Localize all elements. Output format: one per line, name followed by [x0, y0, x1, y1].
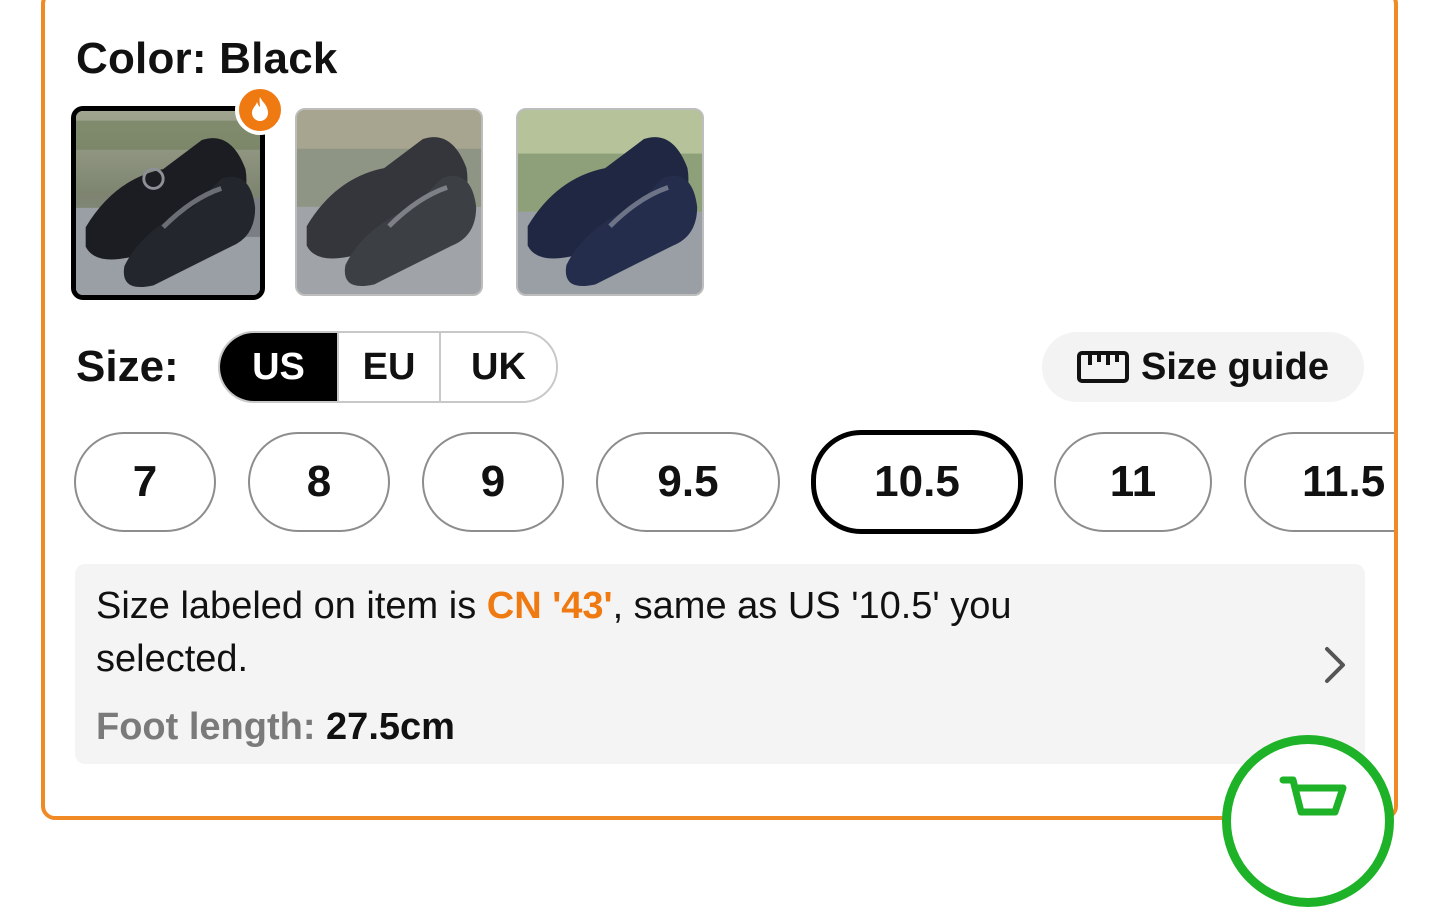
size-info-line-2: selected.	[96, 638, 249, 680]
size-info-suffix: , same as US '10.5' you	[612, 585, 1012, 627]
size-unit-toggle: US EU UK	[218, 331, 558, 403]
color-title: Color: Black	[76, 34, 338, 83]
unit-eu-button[interactable]: EU	[337, 333, 439, 401]
foot-length-label: Foot length:	[96, 706, 316, 748]
size-info-prefix: Size labeled on item is	[96, 585, 487, 627]
cart-icon	[1279, 776, 1347, 816]
cn-size-highlight: CN '43'	[486, 585, 613, 627]
size-option-9-5[interactable]: 9.5	[596, 432, 780, 532]
shoe-image-gray	[297, 110, 481, 294]
unit-uk-button[interactable]: UK	[439, 333, 556, 401]
size-option-9[interactable]: 9	[422, 432, 564, 532]
size-option-10-5[interactable]: 10.5	[811, 430, 1023, 534]
shoe-image-navy	[518, 110, 702, 294]
size-option-11-5[interactable]: 11.5	[1244, 432, 1394, 532]
unit-us-button[interactable]: US	[220, 333, 337, 401]
color-swatch-navy[interactable]	[516, 108, 704, 296]
color-swatch-gray[interactable]	[295, 108, 483, 296]
foot-length: Foot length: 27.5cm	[96, 706, 455, 749]
ruler-icon	[1077, 351, 1130, 383]
size-option-11[interactable]: 11	[1054, 432, 1212, 532]
chevron-right-icon[interactable]	[1322, 646, 1348, 684]
size-guide-label: Size guide	[1141, 345, 1329, 388]
size-guide-button[interactable]: Size guide	[1042, 332, 1364, 402]
color-swatch-black[interactable]	[71, 106, 265, 300]
foot-length-value: 27.5cm	[326, 706, 455, 748]
flame-icon	[235, 85, 285, 135]
size-option-7[interactable]: 7	[74, 432, 216, 532]
size-label: Size:	[76, 342, 179, 391]
size-info-line-1: Size labeled on item is CN '43', same as…	[96, 587, 1012, 625]
add-to-cart-button[interactable]	[1222, 735, 1394, 907]
size-option-8[interactable]: 8	[248, 432, 390, 532]
shoe-image-black	[76, 111, 260, 295]
